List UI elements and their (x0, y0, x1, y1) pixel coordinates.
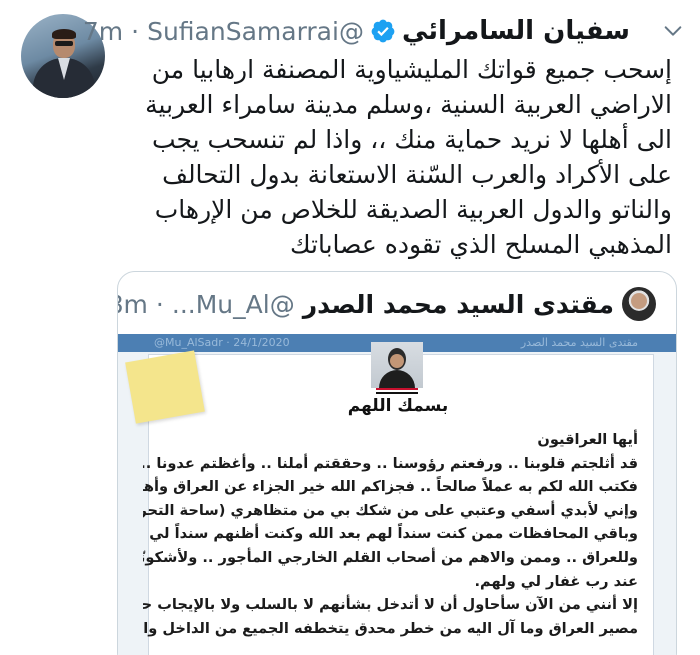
author-handle[interactable]: @SufianSamarrai (147, 17, 364, 46)
document-title: بسمك اللهم (347, 396, 449, 416)
verified-badge-icon (371, 19, 395, 43)
chevron-down-icon[interactable] (662, 20, 684, 42)
portrait-photo (371, 342, 423, 388)
document-body: أيها العراقيون قد أثلجتم قلوبنا .. ورفعت… (143, 428, 638, 640)
quoted-tweet-header: مقتدى السيد محمد الصدر @Mu_Al... · 58m (118, 286, 656, 322)
quoted-tweet-timestamp[interactable]: 58m (118, 290, 148, 319)
document-line: إلا أنني من الآن سأحاول أن لا أتدخل بشأن… (143, 596, 638, 614)
tweet[interactable]: سفيان السامرائي @SufianSamarrai · 7m إسح… (0, 0, 700, 655)
document-line: أيها العراقيون (537, 431, 638, 448)
document-line: وباقي المحافظات ممن كنت سنداً لهم بعد ال… (149, 525, 638, 543)
author-display-name[interactable]: سفيان السامرائي (402, 16, 630, 46)
quoted-author-display-name[interactable]: مقتدى السيد محمد الصدر (303, 290, 614, 319)
document-line: مصير العراق وما آل اليه من خطر محدق يتخط… (143, 619, 638, 637)
document-line: عند رب غفار لي ولهم. (474, 572, 638, 590)
quoted-tweet[interactable]: مقتدى السيد محمد الصدر @Mu_Al... · 58m @… (117, 271, 677, 655)
quoted-author-handle[interactable]: @Mu_Al... (172, 290, 295, 319)
quoted-header-separator: · (155, 289, 164, 319)
tweet-timestamp[interactable]: 7m (83, 17, 123, 46)
quoted-tweet-image[interactable]: @Mu_AlSadr · 24/1/2020 مقتدى السيد محمد … (118, 334, 676, 655)
tweet-text: إسحب جميع قواتك المليشياوية المصنفة ارها… (145, 55, 672, 259)
quoted-author-avatar[interactable] (622, 287, 656, 321)
document-line: وإني لأبدي أسفي وعتبي على من شكك بي من م… (143, 501, 638, 519)
document-line: وللعراق .. وممن والاهم من أصحاب القلم ال… (143, 548, 638, 566)
document-line: فكتب الله لكم به عملاً صالحاً .. فجزاكم … (143, 478, 638, 496)
tweet-header: سفيان السامرائي @SufianSamarrai · 7m (83, 14, 630, 48)
image-banner-right-text: مقتدى السيد محمد الصدر (520, 336, 638, 349)
document-line: قد أثلجتم قلوبنا .. ورفعتم رؤوسنا .. وحق… (143, 454, 638, 472)
iraq-flag-icon (376, 388, 418, 394)
image-banner-left-text: @Mu_AlSadr · 24/1/2020 (154, 336, 290, 349)
header-separator: · (131, 16, 140, 46)
